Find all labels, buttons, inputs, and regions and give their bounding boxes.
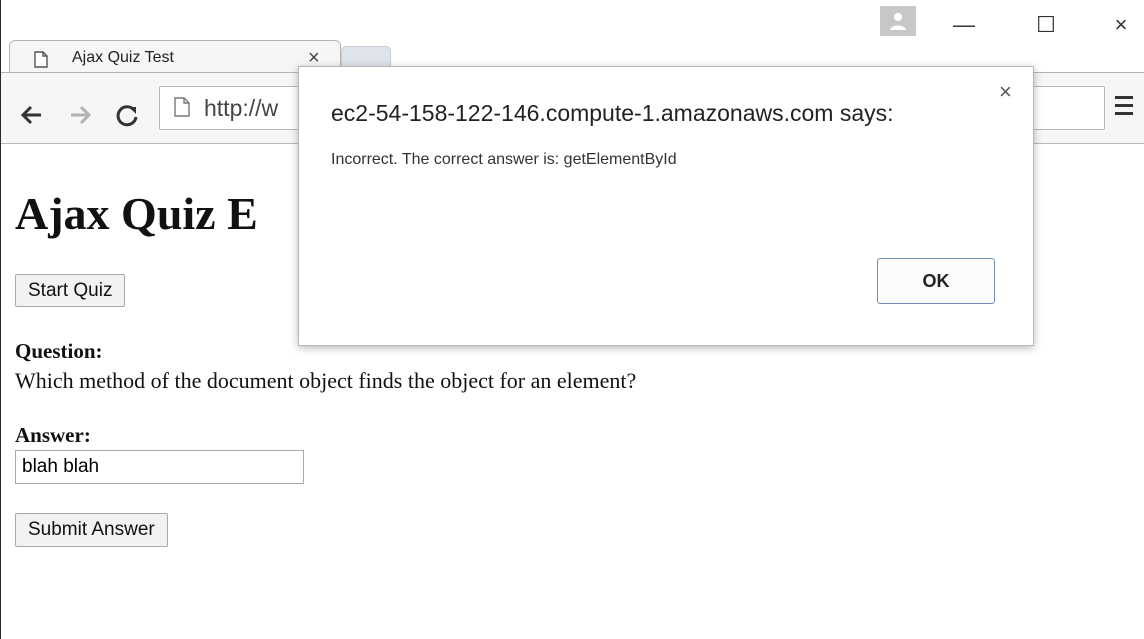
forward-arrow-icon[interactable] — [67, 102, 93, 128]
ok-button[interactable]: OK — [877, 258, 995, 304]
page-title: Ajax Quiz E — [15, 188, 258, 239]
dialog-title: ec2-54-158-122-146.compute-1.amazonaws.c… — [331, 100, 894, 126]
start-quiz-button[interactable]: Start Quiz — [15, 274, 126, 307]
question-text: Which method of the document object find… — [15, 368, 637, 393]
url-text: http://w — [204, 95, 279, 121]
maximize-window-button[interactable]: ☐ — [1026, 10, 1066, 40]
menu-icon[interactable] — [1115, 96, 1133, 120]
page-icon — [34, 51, 48, 68]
answer-field[interactable] — [15, 450, 304, 484]
answer-label: Answer: — [15, 423, 91, 447]
dialog-message: Incorrect. The correct answer is: getEle… — [331, 151, 677, 168]
dialog-close-icon[interactable]: × — [999, 79, 1012, 105]
reload-icon[interactable] — [114, 102, 140, 128]
alert-dialog: ec2-54-158-122-146.compute-1.amazonaws.c… — [298, 66, 1034, 346]
profile-icon[interactable] — [880, 6, 916, 36]
question-label: Question: — [15, 339, 103, 363]
close-window-button[interactable]: × — [1101, 10, 1141, 40]
back-arrow-icon[interactable] — [19, 102, 45, 128]
title-bar: Ajax Quiz Test × — ☐ × — [1, 0, 1144, 75]
tab-title: Ajax Quiz Test — [72, 49, 174, 66]
page-icon — [174, 97, 190, 117]
browser-window: Ajax Quiz Test × — ☐ × http://w Ajax Qui… — [0, 0, 1144, 639]
minimize-window-button[interactable]: — — [944, 10, 984, 40]
submit-answer-button[interactable]: Submit Answer — [15, 513, 168, 547]
browser-tab[interactable]: Ajax Quiz Test × — [9, 40, 341, 75]
